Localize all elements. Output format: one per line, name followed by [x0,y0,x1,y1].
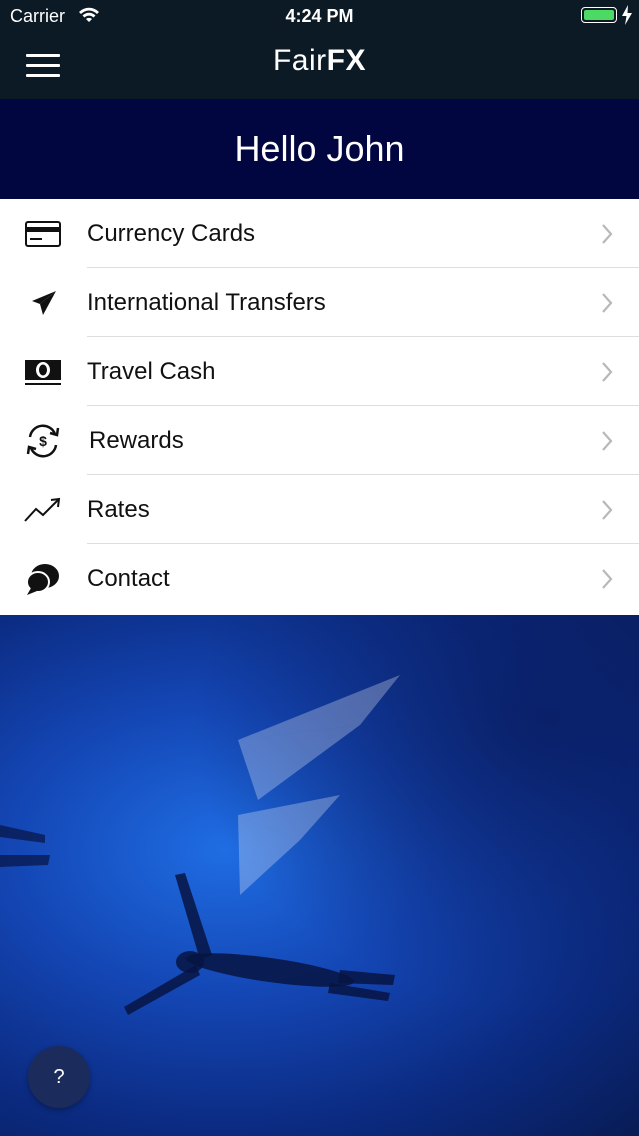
chevron-right-icon [602,224,613,244]
banknote-icon [24,355,62,389]
clock: 4:24 PM [285,6,354,26]
chat-bubbles-icon [24,562,62,596]
menu-item-label: Contact [87,565,170,592]
logo-fx: FX [326,44,366,77]
chevron-right-icon [602,362,613,382]
logo-fair: Fair [272,44,327,77]
menu-item-label: Travel Cash [87,358,216,385]
battery-icon [581,7,617,23]
status-bar: Carrier 4:24 PM [0,0,639,32]
chevron-right-icon [602,569,613,589]
menu-item-international-transfers[interactable]: International Transfers [0,268,639,337]
menu-item-travel-cash[interactable]: Travel Cash [0,337,639,406]
menu-item-label: Rates [87,496,150,523]
chevron-right-icon [602,431,613,451]
menu-item-rates[interactable]: Rates [0,475,639,544]
chevron-right-icon [602,293,613,313]
charging-icon [622,5,632,25]
greeting: Hello John [0,99,639,199]
nav-bar: FairFX [0,32,639,99]
dollar-cycle-icon: $ [24,424,62,458]
help-button[interactable]: ? [28,1046,90,1108]
fairfx-logo: FairFX [0,44,639,78]
svg-text:$: $ [39,433,47,449]
chevron-right-icon [602,500,613,520]
menu-item-label: Currency Cards [87,220,256,247]
menu-item-label: Rewards [89,427,184,454]
menu-item-label: International Transfers [87,289,326,316]
credit-card-icon [24,217,62,251]
hero-background-image [0,615,639,1136]
main-menu: Currency Cards International Transfers T… [0,199,639,615]
paper-plane-icon [24,286,62,320]
menu-item-rewards[interactable]: $ Rewards [0,406,639,475]
menu-item-currency-cards[interactable]: Currency Cards [0,199,639,268]
menu-item-contact[interactable]: Contact [0,544,639,613]
trend-up-icon [24,493,62,527]
